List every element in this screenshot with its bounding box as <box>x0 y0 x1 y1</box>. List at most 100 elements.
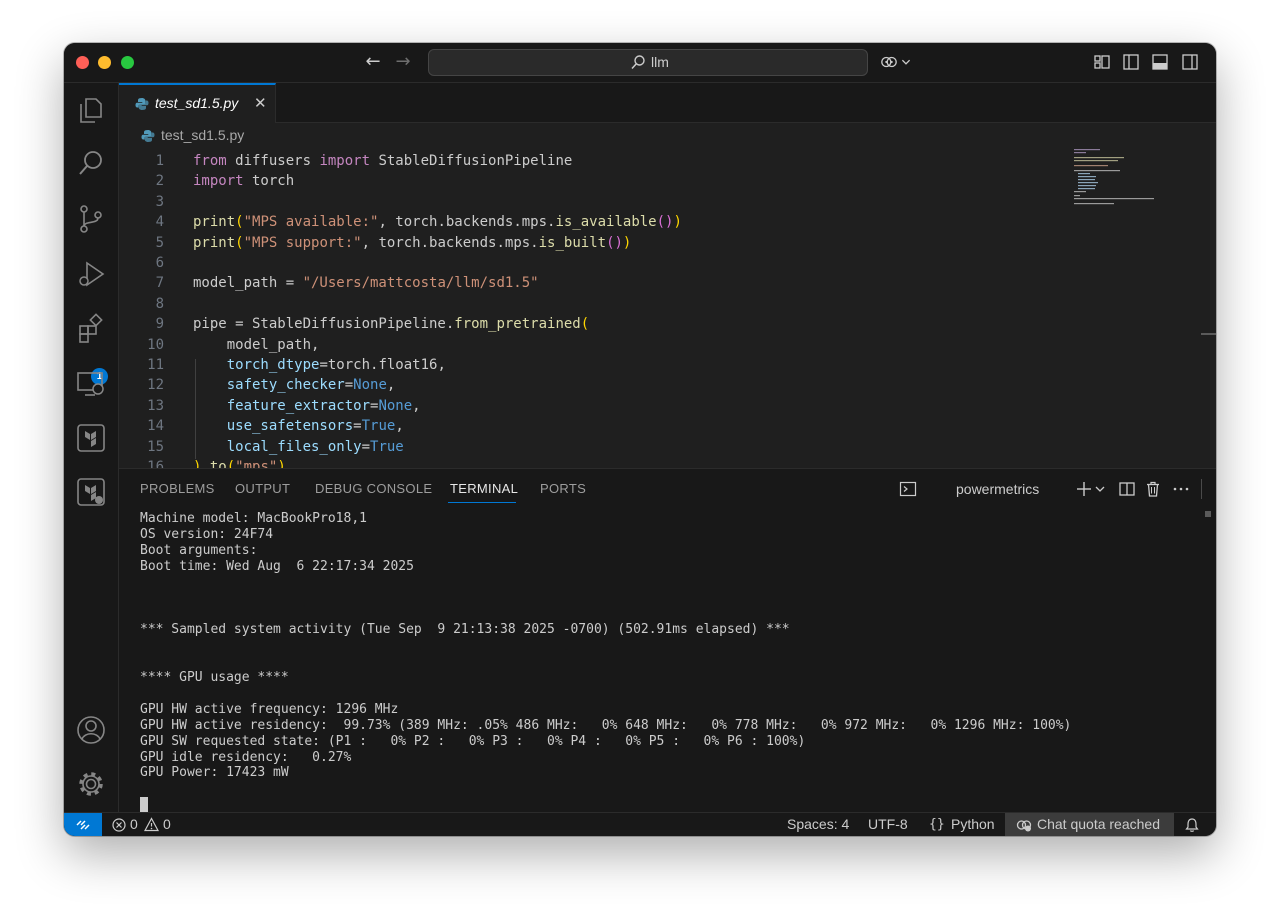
new-terminal-plus-icon[interactable] <box>1075 480 1093 498</box>
code-text: model_path = "/Users/mattcosta/llm/sd1.5… <box>193 273 539 293</box>
back-arrow-icon[interactable]: ← <box>363 52 383 72</box>
code-token: ) <box>673 214 682 231</box>
trash-icon[interactable] <box>1144 480 1162 498</box>
terminal-scrollbar[interactable] <box>1201 511 1216 811</box>
language-mode[interactable]: Python <box>951 816 995 832</box>
more-actions-icon[interactable] <box>1172 480 1190 498</box>
terminal-line: GPU idle residency: 0.27% <box>140 749 352 765</box>
terminal-output[interactable]: Machine model: MacBookPro18,1 OS version:… <box>140 511 1190 813</box>
code-editor[interactable]: 1 from diffusers import StableDiffusionPi… <box>119 147 1216 468</box>
settings-gear-icon[interactable] <box>75 768 107 800</box>
minimap[interactable] <box>1074 147 1154 207</box>
code-token: , <box>386 377 396 394</box>
file-encoding[interactable]: UTF-8 <box>868 816 908 832</box>
error-count[interactable]: 0 <box>130 816 138 832</box>
command-center-text: llm <box>651 54 669 70</box>
run-debug-icon[interactable] <box>75 258 107 290</box>
code-token: model_path = <box>193 275 303 292</box>
code-line[interactable]: 5 print("MPS support:", torch.backends.mp… <box>119 233 1119 253</box>
notifications-bell-icon[interactable] <box>1184 817 1200 833</box>
toggle-panel-icon[interactable] <box>1151 53 1169 71</box>
scrollbar-thumb[interactable] <box>1205 511 1211 517</box>
line-number: 7 <box>155 275 164 292</box>
remote-indicator[interactable] <box>64 813 102 836</box>
terraform-cloud-icon[interactable] <box>75 476 107 508</box>
code-token: () <box>606 234 623 251</box>
terminal-line: Machine model: MacBookPro18,1 <box>140 511 367 526</box>
split-terminal-icon[interactable] <box>1118 480 1136 498</box>
terminal-line: GPU HW active residency: 99.73% (389 MHz… <box>140 717 1072 733</box>
tab-problems[interactable]: PROBLEMS <box>140 481 215 496</box>
terraform-icon[interactable] <box>75 422 107 454</box>
code-line[interactable]: 2 import torch <box>119 171 1119 191</box>
search-icon[interactable] <box>75 148 107 180</box>
active-tab-indicator <box>448 502 516 503</box>
warning-count[interactable]: 0 <box>163 816 171 832</box>
terminal-line: GPU Power: 17423 mW <box>140 765 289 781</box>
maximize-panel-icon[interactable] <box>1215 480 1216 498</box>
code-token: local_files_only <box>226 438 362 455</box>
source-control-icon[interactable] <box>75 203 107 235</box>
code-token: print <box>193 214 236 231</box>
code-line[interactable]: 12 safety_checker=None, <box>119 375 1119 395</box>
code-line[interactable]: 3 <box>119 192 1119 212</box>
indentation-spaces[interactable]: Spaces: 4 <box>787 816 849 832</box>
code-token: "/Users/mattcosta/llm/sd1.5" <box>302 275 539 292</box>
copilot-icon[interactable] <box>880 53 898 71</box>
code-token: StableDiffusionPipeline <box>370 153 573 169</box>
customize-layout-icon[interactable] <box>1093 53 1111 71</box>
chat-quota-status[interactable]: Chat quota reached <box>1005 813 1174 836</box>
code-line[interactable]: 16).to("mps") <box>119 457 1119 468</box>
code-line[interactable]: 8 <box>119 294 1119 314</box>
copilot-icon <box>1016 820 1032 832</box>
code-line[interactable]: 9 pipe = StableDiffusionPipeline.from_pre… <box>119 314 1119 334</box>
toggle-primary-sidebar-icon[interactable] <box>1122 53 1140 71</box>
tab-test-sd15[interactable]: test_sd1.5.py ✕ <box>119 83 276 123</box>
code-text: print("MPS support:", torch.backends.mps… <box>193 233 631 253</box>
chevron-down-icon[interactable] <box>1094 480 1106 498</box>
minimize-window-button[interactable] <box>98 56 111 69</box>
tab-terminal[interactable]: TERMINAL <box>450 481 518 496</box>
close-tab-icon[interactable]: ✕ <box>254 94 267 112</box>
zoom-window-button[interactable] <box>121 56 134 69</box>
code-token: use_safetensors <box>226 418 354 435</box>
code-line[interactable]: 7 model_path = "/Users/mattcosta/llm/sd1.… <box>119 273 1119 293</box>
extensions-icon[interactable] <box>75 313 107 345</box>
terminal-cursor <box>140 797 148 813</box>
code-token: print <box>193 234 236 251</box>
terminal-name[interactable]: powermetrics <box>956 481 1039 497</box>
close-window-button[interactable] <box>76 56 89 69</box>
remote-explorer-icon[interactable] <box>75 368 107 400</box>
line-number: 1 <box>155 153 164 169</box>
toolbar-divider <box>1201 479 1202 499</box>
tab-debug-console[interactable]: DEBUG CONSOLE <box>315 481 432 496</box>
command-center-search[interactable]: llm <box>428 49 868 76</box>
vscode-window: ← → llm 1 test_sd1.5.py ✕ test_sd1.5.py … <box>64 43 1216 836</box>
editor-scrollbar[interactable] <box>1201 147 1216 468</box>
code-line[interactable]: 4 print("MPS available:", torch.backends.… <box>119 212 1119 232</box>
code-token: ) <box>277 459 286 468</box>
code-line[interactable]: 6 <box>119 253 1119 273</box>
code-line[interactable]: 1 from diffusers import StableDiffusionPi… <box>119 151 1119 171</box>
title-bar: ← → llm <box>64 43 1216 83</box>
tab-ports[interactable]: PORTS <box>540 481 586 496</box>
code-token: "MPS available:" <box>243 214 379 231</box>
code-token: = <box>361 438 371 455</box>
code-token: True <box>361 418 396 435</box>
tab-output[interactable]: OUTPUT <box>235 481 290 496</box>
code-line[interactable]: 14 use_safetensors=True, <box>119 416 1119 436</box>
chevron-down-icon[interactable] <box>900 53 912 71</box>
account-icon[interactable] <box>75 714 107 746</box>
explorer-icon[interactable] <box>75 94 107 126</box>
code-line[interactable]: 15 local_files_only=True <box>119 437 1119 457</box>
code-token: = <box>353 418 362 435</box>
toggle-secondary-sidebar-icon[interactable] <box>1181 53 1199 71</box>
terminal-line: GPU SW requested state: (P1 : 0% P2 : 0%… <box>140 733 806 749</box>
code-token: torch_dtype <box>226 357 320 373</box>
code-line[interactable]: 13 feature_extractor=None, <box>119 396 1119 416</box>
code-line[interactable]: 11 torch_dtype=torch.float16, <box>119 355 1119 375</box>
code-line[interactable]: 10 model_path, <box>119 335 1119 355</box>
chat-quota-text: Chat quota reached <box>1037 816 1160 832</box>
forward-arrow-icon[interactable]: → <box>393 52 413 72</box>
line-number: 9 <box>155 316 164 333</box>
